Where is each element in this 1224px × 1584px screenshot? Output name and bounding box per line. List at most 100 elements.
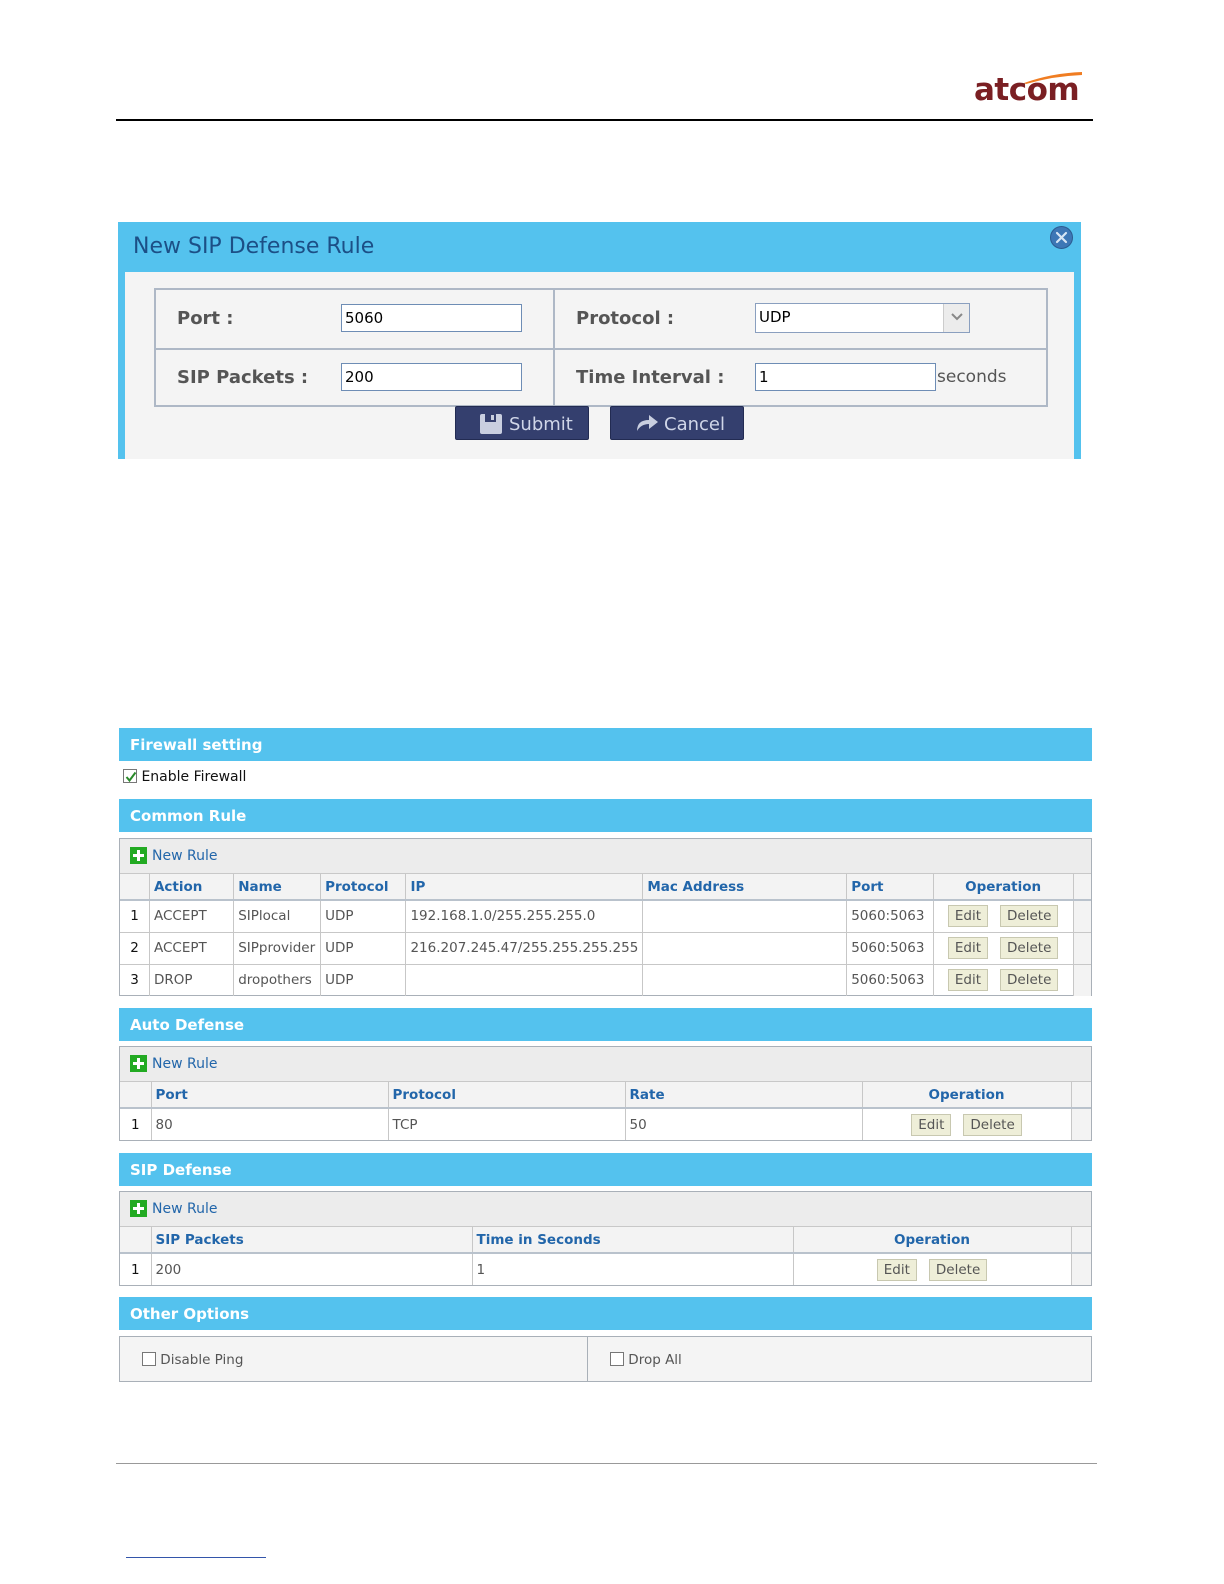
column-header[interactable]: Port: [846, 874, 934, 901]
column-header[interactable]: Port: [151, 1082, 389, 1109]
common-new-rule-button[interactable]: New Rule: [130, 847, 217, 864]
table-header-row: Action Name Protocol IP Mac Address Port…: [120, 874, 1091, 901]
sip-packets-input[interactable]: [341, 363, 522, 391]
scrollbar-header: [1071, 1082, 1091, 1109]
cell-operation: Edit Delete: [793, 1253, 1072, 1285]
cell-ip: 192.168.1.0/255.255.255.0: [405, 900, 644, 933]
auto-new-rule-button[interactable]: New Rule: [130, 1055, 217, 1072]
cell-mac: [642, 900, 848, 933]
sip-defense-toolbar: New Rule: [120, 1192, 1091, 1227]
table-row: 1 80 TCP 50 Edit Delete: [120, 1108, 1091, 1140]
cell-name: dropothers: [233, 964, 322, 996]
drop-all-option: Drop All: [610, 1352, 682, 1368]
auto-defense-header: Auto Defense: [119, 1008, 1092, 1041]
protocol-label: Protocol :: [576, 308, 675, 329]
delete-button[interactable]: Delete: [963, 1113, 1022, 1136]
sip-defense-table: SIP Packets Time in Seconds Operation 1 …: [120, 1227, 1091, 1285]
cancel-button[interactable]: Cancel: [610, 406, 744, 440]
cell-ip: [405, 964, 644, 996]
protocol-select[interactable]: UDP: [755, 303, 970, 333]
cell-rate: 50: [625, 1108, 863, 1140]
port-input[interactable]: [341, 304, 522, 332]
disable-ping-checkbox[interactable]: [142, 1352, 156, 1366]
new-sip-defense-rule-dialog: New SIP Defense Rule Port : Protocol : U…: [118, 222, 1081, 459]
footer-link-underline: [126, 1557, 266, 1558]
column-header[interactable]: Rate: [625, 1082, 863, 1109]
plus-icon: [130, 1055, 147, 1072]
scrollbar-track[interactable]: [1073, 932, 1091, 965]
scrollbar-track[interactable]: [1073, 964, 1091, 996]
auto-defense-panel: New Rule Port Protocol Rate Operation 1 …: [119, 1046, 1092, 1141]
common-rule-panel: New Rule Action Name Protocol IP Mac Add…: [119, 838, 1092, 996]
edit-button[interactable]: Edit: [876, 1258, 917, 1281]
enable-firewall-checkbox[interactable]: [123, 769, 137, 783]
row-number-header: [120, 1227, 152, 1254]
common-rule-header: Common Rule: [119, 799, 1092, 832]
sip-new-rule-button[interactable]: New Rule: [130, 1200, 217, 1217]
row-number: 1: [120, 1108, 152, 1140]
edit-button[interactable]: Edit: [947, 969, 989, 992]
drop-all-label: Drop All: [628, 1352, 682, 1368]
redo-arrow-icon: [637, 415, 658, 431]
column-header[interactable]: Time in Seconds: [472, 1227, 794, 1254]
firewall-setting-header: Firewall setting: [119, 728, 1092, 761]
cell-operation: Edit Delete: [933, 932, 1074, 965]
time-interval-label: Time Interval :: [576, 367, 725, 388]
header-rule: [116, 119, 1093, 121]
time-interval-input[interactable]: [755, 363, 936, 391]
cell-mac: [642, 932, 848, 965]
close-icon: [1055, 231, 1068, 244]
auto-defense-toolbar: New Rule: [120, 1047, 1091, 1082]
enable-firewall-label: Enable Firewall: [141, 769, 247, 785]
row-number: 2: [120, 932, 150, 965]
cell-port: 5060:5063: [846, 932, 934, 965]
scrollbar-header: [1071, 1227, 1091, 1254]
cell-ip: 216.207.245.47/255.255.255.255: [405, 932, 644, 965]
row-number: 1: [120, 900, 150, 933]
edit-button[interactable]: Edit: [911, 1113, 952, 1136]
close-button[interactable]: [1050, 226, 1073, 249]
disable-ping-label: Disable Ping: [160, 1352, 244, 1368]
cell-mac: [642, 964, 848, 996]
column-header[interactable]: Protocol: [320, 874, 407, 901]
delete-button[interactable]: Delete: [1000, 969, 1059, 992]
sip-defense-header: SIP Defense: [119, 1153, 1092, 1186]
dialog-body: Port : Protocol : UDP SIP Packets : Time…: [125, 272, 1074, 459]
dropdown-arrow[interactable]: [943, 304, 969, 332]
enable-firewall-row: Enable Firewall: [123, 769, 246, 785]
delete-button[interactable]: Delete: [1000, 937, 1059, 959]
plus-icon: [130, 1200, 147, 1217]
new-rule-label: New Rule: [152, 1056, 218, 1072]
cell-action: DROP: [149, 964, 235, 996]
row-number: 3: [120, 964, 150, 996]
column-header[interactable]: IP: [405, 874, 644, 901]
delete-button[interactable]: Delete: [1000, 905, 1059, 928]
port-label: Port :: [177, 308, 234, 329]
column-header[interactable]: Action: [149, 874, 235, 901]
table-row: 1 ACCEPT SIPlocal UDP 192.168.1.0/255.25…: [120, 900, 1091, 933]
column-header[interactable]: Name: [233, 874, 322, 901]
chevron-down-icon: [951, 313, 963, 321]
scrollbar-track[interactable]: [1071, 1108, 1091, 1140]
rule-form: Port : Protocol : UDP SIP Packets : Time…: [154, 288, 1048, 407]
column-header[interactable]: SIP Packets: [151, 1227, 473, 1254]
cell-protocol: UDP: [320, 932, 407, 965]
delete-button[interactable]: Delete: [928, 1258, 988, 1281]
auto-defense-table: Port Protocol Rate Operation 1 80 TCP 50…: [120, 1082, 1091, 1140]
atcom-logo: atcom: [974, 70, 1086, 110]
cell-operation: Edit Delete: [862, 1108, 1072, 1140]
drop-all-checkbox[interactable]: [610, 1352, 624, 1366]
disable-ping-option: Disable Ping: [142, 1352, 243, 1368]
protocol-selected-value: UDP: [759, 308, 791, 326]
column-header: Operation: [862, 1082, 1072, 1109]
scrollbar-track[interactable]: [1073, 900, 1091, 933]
scrollbar-track[interactable]: [1071, 1253, 1091, 1285]
column-header[interactable]: Mac Address: [642, 874, 848, 901]
edit-button[interactable]: Edit: [947, 905, 989, 928]
column-header: Operation: [793, 1227, 1072, 1254]
edit-button[interactable]: Edit: [947, 937, 989, 959]
table-header-row: SIP Packets Time in Seconds Operation: [120, 1227, 1091, 1254]
column-header[interactable]: Protocol: [388, 1082, 626, 1109]
sip-packets-label: SIP Packets :: [177, 367, 309, 388]
submit-button[interactable]: Submit: [455, 406, 589, 440]
